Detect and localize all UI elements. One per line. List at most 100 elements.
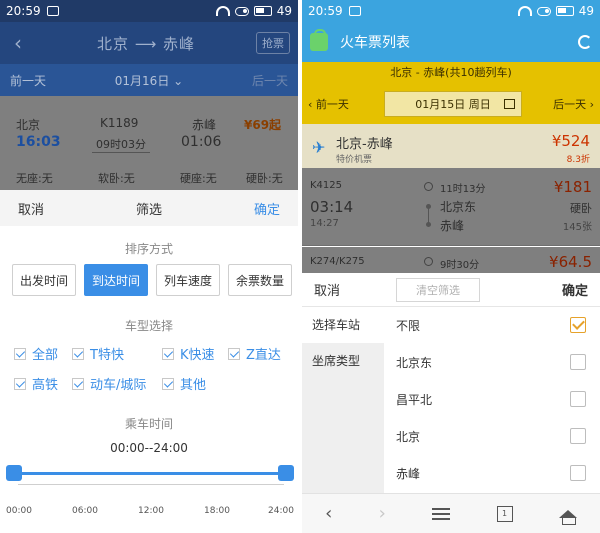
- checkbox[interactable]: [570, 428, 586, 444]
- lock-icon: [310, 29, 328, 51]
- train-row[interactable]: K4125 03:14 14:27 11时13分 北京东 赤峰 ¥181 硬卧 …: [302, 168, 600, 246]
- next-day-button[interactable]: 后一天: [228, 72, 298, 89]
- menu-icon[interactable]: [432, 507, 451, 520]
- train-price: ¥69起: [244, 118, 282, 132]
- clock-icon: [424, 257, 433, 266]
- filter-cancel-button[interactable]: 取消: [18, 199, 44, 218]
- route-to: 赤峰: [163, 34, 196, 53]
- refresh-icon[interactable]: [578, 35, 592, 49]
- train-duration: 09时03分: [92, 136, 150, 153]
- sort-arrive-time-button[interactable]: 到达时间: [84, 264, 148, 296]
- slider-ticks: [18, 484, 284, 492]
- prev-day-button[interactable]: 前一天: [0, 72, 70, 89]
- date-bar: ‹ 前一天 01月15日 周日 后一天 ›: [302, 84, 600, 124]
- flight-offer[interactable]: ✈ 北京-赤峰 特价机票 ¥524 8.3折: [302, 124, 600, 168]
- filter-category-list: 选择车站 坐席类型: [302, 307, 384, 493]
- time-range-value: 00:00--24:00: [110, 441, 188, 455]
- tick-label: 24:00: [268, 506, 294, 516]
- type-t-checkbox[interactable]: T特快: [72, 344, 124, 363]
- filter-title: 筛选: [135, 202, 162, 218]
- station-option[interactable]: 北京: [384, 418, 600, 455]
- train-from-station: 北京东: [440, 200, 477, 214]
- checkbox[interactable]: [570, 354, 586, 370]
- tabs-icon[interactable]: 1: [496, 505, 513, 522]
- filter-confirm-button[interactable]: 确定: [562, 280, 588, 299]
- battery-level: 49: [578, 4, 594, 18]
- type-highspeed-checkbox[interactable]: 高铁: [14, 374, 58, 393]
- sort-tickets-button[interactable]: 余票数量: [228, 264, 292, 296]
- checkbox[interactable]: [570, 317, 586, 333]
- date-bar: 前一天 01月16日 ⌄ 后一天: [0, 64, 298, 96]
- filter-confirm-button[interactable]: 确定: [254, 199, 280, 218]
- train-price: ¥64.5: [549, 253, 592, 271]
- time-slider-start-handle[interactable]: [6, 465, 22, 481]
- time-slider-track[interactable]: [14, 472, 286, 475]
- train-duration: 11时13分: [440, 184, 486, 195]
- station-option[interactable]: 昌平北: [384, 381, 600, 418]
- wifi-icon: [517, 6, 532, 16]
- station-option[interactable]: 北京东: [384, 344, 600, 381]
- type-z-checkbox[interactable]: Z直达: [228, 344, 281, 363]
- wifi-icon: [215, 6, 230, 16]
- back-arrow-icon[interactable]: ‹: [0, 31, 36, 55]
- route-from: 北京: [96, 34, 129, 53]
- train-arrive-time: 01:06: [181, 134, 222, 150]
- forward-icon[interactable]: ›: [379, 503, 386, 524]
- checkbox[interactable]: [570, 391, 586, 407]
- type-label: 动车/城际: [90, 378, 147, 393]
- checkbox[interactable]: [570, 465, 586, 481]
- station-option[interactable]: 赤峰: [384, 455, 600, 492]
- route-arrow-icon: ⟶: [134, 34, 158, 53]
- right-screen: 20:59 49 火车票列表 北京 - 赤峰(共10趟列车) ‹ 前一天 01月…: [302, 0, 600, 533]
- train-to-station: 赤峰: [440, 219, 465, 233]
- type-label: T特快: [90, 348, 124, 363]
- date-selector[interactable]: 01月16日 ⌄: [70, 72, 228, 89]
- image-notification-icon: [348, 6, 361, 16]
- train-depart-time: 16:03: [16, 134, 61, 150]
- sort-speed-button[interactable]: 列车速度: [156, 264, 220, 296]
- type-emu-checkbox[interactable]: 动车/城际: [72, 374, 146, 393]
- time-slider-end-handle[interactable]: [278, 465, 294, 481]
- prev-day-button[interactable]: ‹ 前一天: [308, 96, 380, 112]
- train-from: 北京: [16, 118, 41, 132]
- category-station[interactable]: 选择车站: [302, 307, 384, 343]
- train-price: ¥181: [553, 178, 592, 196]
- tick-label: 06:00: [72, 506, 98, 516]
- browser-toolbar: 火车票列表: [302, 22, 600, 62]
- image-notification-icon: [46, 6, 59, 16]
- next-day-button[interactable]: 后一天 ›: [553, 96, 594, 112]
- time-section-title: 乘车时间: [124, 417, 173, 431]
- sort-depart-time-button[interactable]: 出发时间: [12, 264, 76, 296]
- type-section-title: 车型选择: [124, 319, 173, 333]
- check-icon: [162, 347, 174, 360]
- tick-label: 18:00: [204, 506, 230, 516]
- filter-sheet: 取消 筛选 确定 排序方式 出发时间 到达时间 列车速度 余票数量 车型选择 全…: [0, 190, 298, 533]
- type-k-checkbox[interactable]: K快速: [162, 344, 215, 363]
- type-other-checkbox[interactable]: 其他: [162, 374, 206, 393]
- type-all-checkbox[interactable]: 全部: [14, 344, 58, 363]
- station-filter-panel: 取消 清空筛选 确定 选择车站 坐席类型 不限 北京东 昌平北 北京 赤峰: [302, 273, 600, 493]
- option-label: 不限: [396, 319, 421, 333]
- sort-options: 出发时间 到达时间 列车速度 余票数量: [12, 264, 292, 296]
- check-icon: [72, 347, 84, 360]
- type-label: 高铁: [32, 378, 59, 393]
- back-icon[interactable]: ‹: [325, 503, 332, 524]
- clear-filter-button[interactable]: 清空筛选: [396, 277, 481, 302]
- status-time: 20:59: [308, 4, 343, 18]
- train-card[interactable]: 北京 16:03 K1189 09时03分 赤峰 01:06 ¥69起 无座:无…: [0, 96, 298, 190]
- date-selector[interactable]: 01月15日 周日: [384, 91, 522, 117]
- train-code: K4125: [310, 180, 343, 191]
- train-to: 赤峰: [192, 118, 217, 132]
- option-label: 赤峰: [396, 467, 421, 481]
- seat-info: 硬座:无: [180, 172, 217, 185]
- check-icon: [14, 377, 26, 390]
- home-icon[interactable]: [558, 509, 577, 525]
- grab-ticket-button[interactable]: 抢票: [256, 32, 290, 54]
- train-row[interactable]: K274/K275 9时30分 ¥64.5: [302, 247, 600, 273]
- option-label: 北京东: [396, 356, 433, 370]
- option-label: 北京: [396, 430, 421, 444]
- filter-cancel-button[interactable]: 取消: [314, 280, 340, 299]
- station-option[interactable]: 不限: [384, 307, 600, 344]
- category-seat-type[interactable]: 坐席类型: [302, 343, 384, 379]
- airplane-icon: ✈: [312, 138, 326, 157]
